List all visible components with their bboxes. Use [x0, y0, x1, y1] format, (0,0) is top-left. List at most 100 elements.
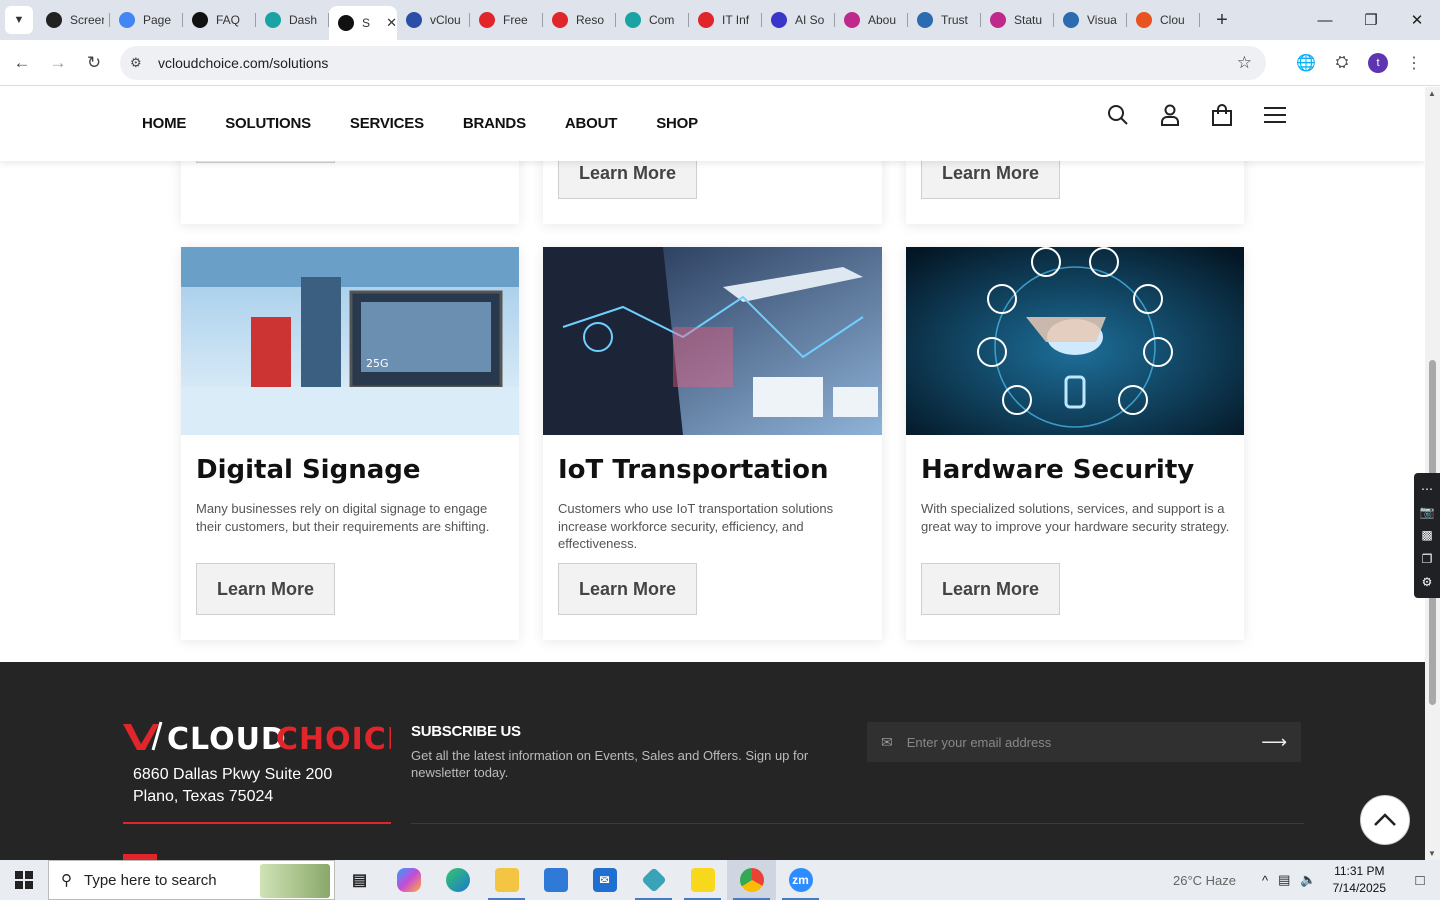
- browser-tab[interactable]: Screen: [37, 4, 110, 36]
- weather-widget[interactable]: 26°C Haze: [1173, 873, 1236, 888]
- browser-tab[interactable]: AI So: [762, 4, 835, 36]
- tab-title: Abou: [868, 13, 897, 27]
- browser-tab[interactable]: Com: [616, 4, 689, 36]
- tab-search-button[interactable]: ▼: [5, 6, 33, 34]
- camera-icon[interactable]: 📷: [1420, 505, 1435, 519]
- taskbar-search[interactable]: ⚲ Type here to search: [48, 860, 335, 900]
- nav-link-services[interactable]: SERVICES: [350, 115, 424, 132]
- tab-title: Page: [143, 13, 172, 27]
- site-info-icon[interactable]: ⚙: [130, 55, 150, 71]
- browser-tab[interactable]: Trust: [908, 4, 981, 36]
- browser-tab[interactable]: Free: [470, 4, 543, 36]
- card-iot-transportation: IoT Transportation Customers who use IoT…: [543, 247, 882, 640]
- edge-app[interactable]: [433, 860, 482, 900]
- logo-cloud-text: CLOUD: [167, 722, 287, 754]
- account-icon[interactable]: [1158, 103, 1182, 127]
- browser-tab[interactable]: Page: [110, 4, 183, 36]
- card-description: Many businesses rely on digital signage …: [196, 501, 490, 534]
- taskbar-clock[interactable]: 11:31 PM 7/14/2025: [1333, 863, 1386, 897]
- browser-tab[interactable]: IT Inf: [689, 4, 762, 36]
- tab-title: Free: [503, 13, 528, 27]
- zoom-app[interactable]: zm: [776, 860, 825, 900]
- volume-icon[interactable]: 🔈: [1300, 872, 1316, 888]
- url-text[interactable]: vcloudchoice.com/solutions: [158, 55, 328, 71]
- browser-tab[interactable]: Reso: [543, 4, 616, 36]
- browser-tab[interactable]: Statu: [981, 4, 1054, 36]
- profile-avatar[interactable]: t: [1368, 53, 1388, 73]
- windows-taskbar: ⚲ Type here to search ▤ ✉ zm 26°C Haze ^…: [0, 860, 1440, 900]
- nav-link-about[interactable]: ABOUT: [565, 115, 618, 132]
- tab-favicon-icon: [552, 12, 568, 28]
- browser-tab[interactable]: Clou: [1127, 4, 1200, 36]
- video-camera-icon[interactable]: ▩: [1421, 528, 1432, 542]
- task-view-icon: ▤: [351, 872, 368, 889]
- tab-favicon-icon: [917, 12, 933, 28]
- menu-kebab-icon[interactable]: ⋮: [1396, 53, 1432, 73]
- learn-more-button-hardware-security[interactable]: Learn More: [921, 563, 1060, 615]
- card-hardware-security: Hardware Security With specialized solut…: [906, 247, 1244, 640]
- nav-link-shop[interactable]: SHOP: [656, 115, 698, 132]
- store-app[interactable]: [531, 860, 580, 900]
- window-capture-icon[interactable]: ❐: [1422, 552, 1433, 566]
- scroll-to-top-button[interactable]: [1360, 795, 1410, 845]
- system-tray: 26°C Haze ^ ▤ 🔈 11:31 PM 7/14/2025 □: [1173, 860, 1440, 900]
- browser-tab[interactable]: Visua: [1054, 4, 1127, 36]
- tab-title: Reso: [576, 13, 605, 27]
- sticky-notes-app[interactable]: [678, 860, 727, 900]
- tab-favicon-icon: [338, 15, 354, 31]
- mail-icon: ✉: [881, 733, 893, 750]
- chrome-app[interactable]: [727, 860, 776, 900]
- tab-title: Com: [649, 13, 675, 27]
- digital-signage-image: 25G: [181, 247, 519, 435]
- browser-tab[interactable]: FAQ: [183, 4, 256, 36]
- extensions-icon[interactable]: ⛭: [1324, 54, 1360, 72]
- cart-bag-icon[interactable]: [1210, 103, 1234, 127]
- scroll-down-arrow-icon[interactable]: ▼: [1428, 849, 1436, 858]
- tab-favicon-icon: [119, 12, 135, 28]
- widget-more-icon[interactable]: ⋯: [1421, 482, 1433, 496]
- settings-gear-icon[interactable]: ⚙: [1422, 575, 1433, 589]
- tab-close-icon[interactable]: ✕: [386, 15, 397, 31]
- learn-more-button-iot-transportation[interactable]: Learn More: [558, 563, 697, 615]
- task-view-button[interactable]: ▤: [335, 860, 384, 900]
- translate-icon[interactable]: 🌐: [1288, 53, 1324, 73]
- subscribe-arrow-icon[interactable]: ⟶: [1261, 732, 1287, 753]
- bookmark-star-icon[interactable]: ☆: [1237, 53, 1252, 73]
- copilot-app[interactable]: [384, 860, 433, 900]
- mail-app-icon: ✉: [592, 868, 617, 892]
- nav-link-solutions[interactable]: SOLUTIONS: [225, 115, 311, 132]
- hamburger-menu-icon[interactable]: [1262, 103, 1288, 127]
- minimize-button[interactable]: —: [1302, 0, 1348, 40]
- vscode-like-app[interactable]: [629, 860, 678, 900]
- tab-title: Screen: [70, 13, 104, 27]
- sticky-notes-icon: [690, 868, 715, 892]
- start-button[interactable]: [0, 860, 48, 900]
- newsletter-form: ✉ ⟶: [867, 722, 1301, 762]
- notification-icon[interactable]: □: [1400, 872, 1440, 889]
- nav-link-home[interactable]: HOME: [142, 115, 186, 132]
- reload-button[interactable]: ↻: [76, 45, 112, 81]
- browser-tab[interactable]: Abou: [835, 4, 908, 36]
- tab-title: Trust: [941, 13, 968, 27]
- mail-app[interactable]: ✉: [580, 860, 629, 900]
- search-icon[interactable]: [1106, 103, 1130, 127]
- close-window-button[interactable]: ✕: [1394, 0, 1440, 40]
- vcloudchoice-logo[interactable]: CLOUD CHOICE: [123, 720, 407, 757]
- address-line-1: 6860 Dallas Pkwy Suite 200: [133, 766, 333, 783]
- tray-chevron-icon[interactable]: ^: [1262, 873, 1268, 888]
- network-icon[interactable]: ▤: [1278, 872, 1290, 888]
- maximize-button[interactable]: ❐: [1348, 0, 1394, 40]
- browser-tab[interactable]: Dash: [256, 4, 329, 36]
- browser-tab[interactable]: S ✕: [329, 6, 397, 40]
- back-button[interactable]: ←: [4, 45, 40, 81]
- learn-more-button-digital-signage[interactable]: Learn More: [196, 563, 335, 615]
- newsletter-email-input[interactable]: [906, 734, 1247, 750]
- address-bar[interactable]: ⚙ vcloudchoice.com/solutions ☆: [120, 46, 1266, 80]
- scroll-up-arrow-icon[interactable]: ▲: [1428, 89, 1436, 98]
- nav-link-brands[interactable]: BRANDS: [463, 115, 526, 132]
- file-explorer-app[interactable]: [482, 860, 531, 900]
- new-tab-button[interactable]: +: [1208, 9, 1236, 32]
- browser-toolbar: ← → ↻ ⚙ vcloudchoice.com/solutions ☆ 🌐 ⛭…: [0, 40, 1440, 86]
- browser-tab[interactable]: vClou: [397, 4, 470, 36]
- forward-button[interactable]: →: [40, 45, 76, 81]
